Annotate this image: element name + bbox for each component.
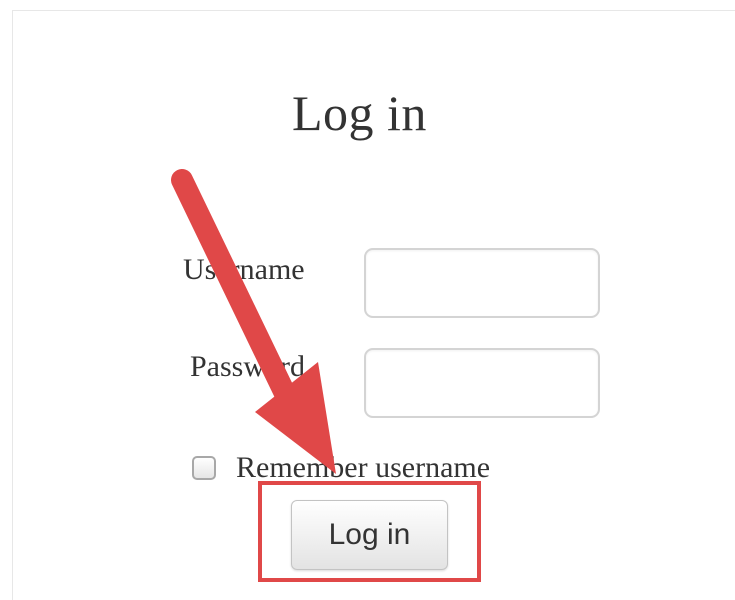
username-field[interactable] bbox=[364, 248, 600, 318]
page-title: Log in bbox=[292, 85, 427, 141]
password-label: Password bbox=[190, 350, 306, 383]
remember-username-checkbox[interactable] bbox=[192, 456, 216, 480]
remember-username-row[interactable]: Remember username bbox=[192, 450, 490, 486]
password-field[interactable] bbox=[364, 348, 600, 418]
login-button[interactable]: Log in bbox=[291, 500, 448, 570]
remember-username-label: Remember username bbox=[236, 451, 491, 484]
username-label: Username bbox=[183, 253, 305, 286]
